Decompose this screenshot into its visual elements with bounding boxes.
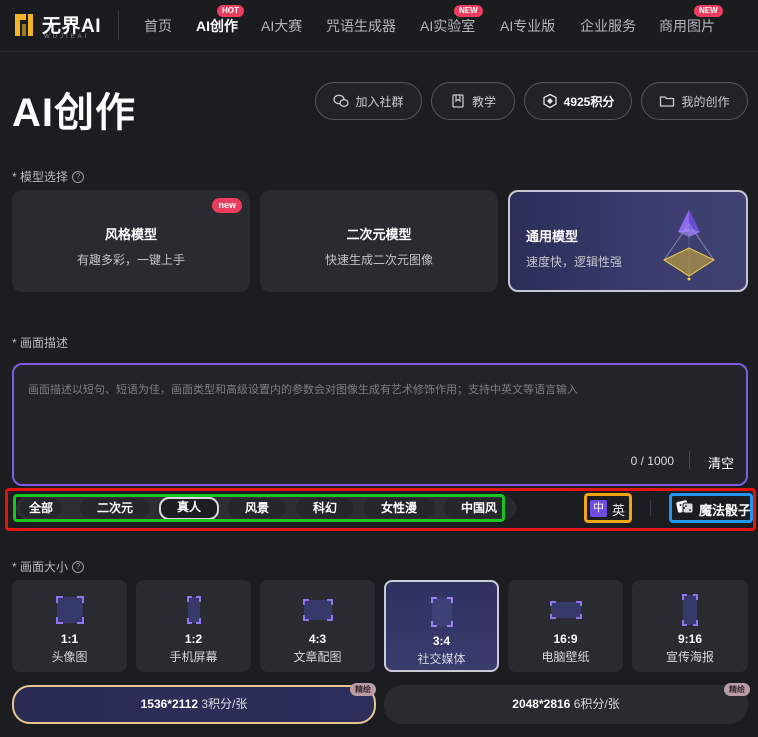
prompt-section-label: * 画面描述	[12, 336, 69, 350]
model-card-style[interactable]: new 风格模型 有趣多彩，一键上手	[12, 190, 250, 292]
brand-subtitle: WUJIEAI	[44, 34, 90, 40]
nav-label: AI专业版	[500, 18, 556, 34]
magic-dice-highlight	[669, 493, 753, 523]
size-card-9-16[interactable]: 9:16 宣传海报	[632, 580, 748, 672]
nav-item-ai-create[interactable]: AI创作 HOT	[196, 5, 244, 36]
model-card-general[interactable]: 通用模型 速度快，逻辑性强	[508, 190, 748, 292]
nav-label: AI实验室	[420, 18, 476, 34]
size-ratio: 4:3	[308, 632, 327, 646]
join-community-label: 加入社群	[355, 94, 404, 109]
size-name: 文章配图	[293, 650, 342, 664]
size-card-1-1[interactable]: 1:1 头像图	[12, 580, 127, 672]
folder-icon	[660, 96, 675, 107]
size-name: 社交媒体	[417, 652, 466, 666]
nav-divider	[118, 10, 119, 40]
size-card-4-3[interactable]: 4:3 文章配图	[260, 580, 375, 672]
top-navbar: 无界AI WUJIEAI 首页 AI创作 HOT AI大赛 咒语生成器 AI实验…	[0, 0, 758, 52]
square-ratio-icon	[55, 596, 84, 624]
widescreen-ratio-icon	[549, 601, 582, 619]
model-title: 风格模型	[104, 227, 157, 242]
help-icon[interactable]: ?	[72, 170, 85, 183]
model-desc: 快速生成二次元图像	[324, 253, 433, 267]
prompt-box: 0 / 1000 清空	[12, 363, 748, 486]
clear-button[interactable]: 清空	[708, 453, 734, 472]
nav-label: AI大赛	[261, 18, 303, 34]
size-ratio: 16:9	[553, 632, 578, 646]
size-name: 手机屏幕	[169, 650, 218, 664]
prompt-input[interactable]	[28, 381, 728, 441]
nav-label: 企业服务	[580, 18, 636, 34]
page-title: AI创作	[12, 91, 136, 135]
size-section-label: * 画面大小 ?	[12, 558, 85, 575]
portrait-ratio-icon	[430, 597, 453, 627]
size-ratio: 9:16	[677, 632, 703, 646]
vertical-ratio-icon	[682, 594, 698, 626]
size-card-16-9[interactable]: 16:9 电脑壁纸	[508, 580, 623, 672]
size-card-3-4[interactable]: 3:4 社交媒体	[384, 580, 499, 672]
brand-logo[interactable]: 无界AI WUJIEAI	[12, 8, 102, 42]
new-tag: new	[212, 198, 242, 213]
model-card-anime[interactable]: 二次元模型 快速生成二次元图像	[260, 190, 498, 292]
size-name: 头像图	[51, 650, 88, 664]
fine-render-tag: 精绘	[350, 683, 376, 696]
character-count: 0 / 1000	[630, 454, 674, 468]
language-toggle-highlight	[584, 493, 632, 523]
size-ratio: 1:1	[60, 632, 79, 646]
nav-item-spell-generator[interactable]: 咒语生成器	[326, 16, 396, 36]
portrait-tall-ratio-icon	[186, 596, 201, 624]
count-divider	[689, 451, 690, 469]
size-card-1-2[interactable]: 1:2 手机屏幕	[136, 580, 251, 672]
nav-item-home[interactable]: 首页	[144, 16, 172, 36]
resolution-size: 1536*2112	[140, 697, 199, 711]
size-ratio: 3:4	[432, 634, 451, 648]
model-section-text: * 模型选择	[12, 170, 69, 184]
pyramid-illustration-icon	[662, 210, 716, 281]
size-name: 电脑壁纸	[541, 650, 590, 664]
help-icon[interactable]: ?	[72, 560, 85, 573]
size-section-text: * 画面大小	[12, 560, 69, 574]
nav-label: 咒语生成器	[326, 18, 396, 34]
resolution-points: 6积分/张	[573, 697, 620, 711]
my-works-button[interactable]: 我的创作	[641, 82, 748, 120]
logo-mark-icon	[15, 14, 33, 36]
resolution-option-1536[interactable]: 1536*2112 3积分/张	[12, 685, 376, 724]
size-name: 宣传海报	[665, 650, 714, 664]
points-button[interactable]: 4925积分	[524, 82, 632, 120]
model-title: 二次元模型	[346, 227, 412, 242]
nav-item-contest[interactable]: AI大赛	[261, 16, 302, 36]
nav-item-commercial-images[interactable]: 商用图片 NEW	[659, 5, 723, 36]
landscape-ratio-icon	[302, 599, 333, 621]
style-tags-highlight	[13, 494, 505, 522]
tutorial-button[interactable]: 教学	[431, 82, 515, 120]
resolution-option-2048[interactable]: 2048*2816 6积分/张	[384, 685, 748, 724]
resolution-size: 2048*2816	[512, 697, 571, 711]
nav-item-pro[interactable]: AI专业版	[500, 16, 555, 36]
nav-label: 首页	[144, 18, 172, 34]
my-works-label: 我的创作	[681, 94, 730, 109]
nav-label: 商用图片	[659, 18, 715, 34]
join-community-button[interactable]: 加入社群	[315, 82, 422, 120]
tutorial-label: 教学	[471, 94, 496, 109]
hot-badge: HOT	[217, 5, 244, 17]
size-ratio: 1:2	[184, 632, 203, 646]
resolution-points: 3积分/张	[201, 697, 248, 711]
model-desc: 有趣多彩，一键上手	[76, 253, 185, 267]
wechat-icon	[333, 94, 350, 108]
fine-render-tag: 精绘	[724, 683, 750, 696]
new-badge: NEW	[694, 5, 723, 17]
model-section-label: * 模型选择 ?	[12, 168, 85, 185]
book-icon	[452, 94, 464, 108]
points-shield-icon	[542, 93, 557, 109]
nav-item-enterprise[interactable]: 企业服务	[580, 16, 636, 36]
points-label: 4925积分	[563, 94, 615, 109]
nav-item-lab[interactable]: AI实验室 NEW	[420, 5, 483, 36]
new-badge: NEW	[454, 5, 483, 17]
nav-label: AI创作	[196, 18, 238, 34]
